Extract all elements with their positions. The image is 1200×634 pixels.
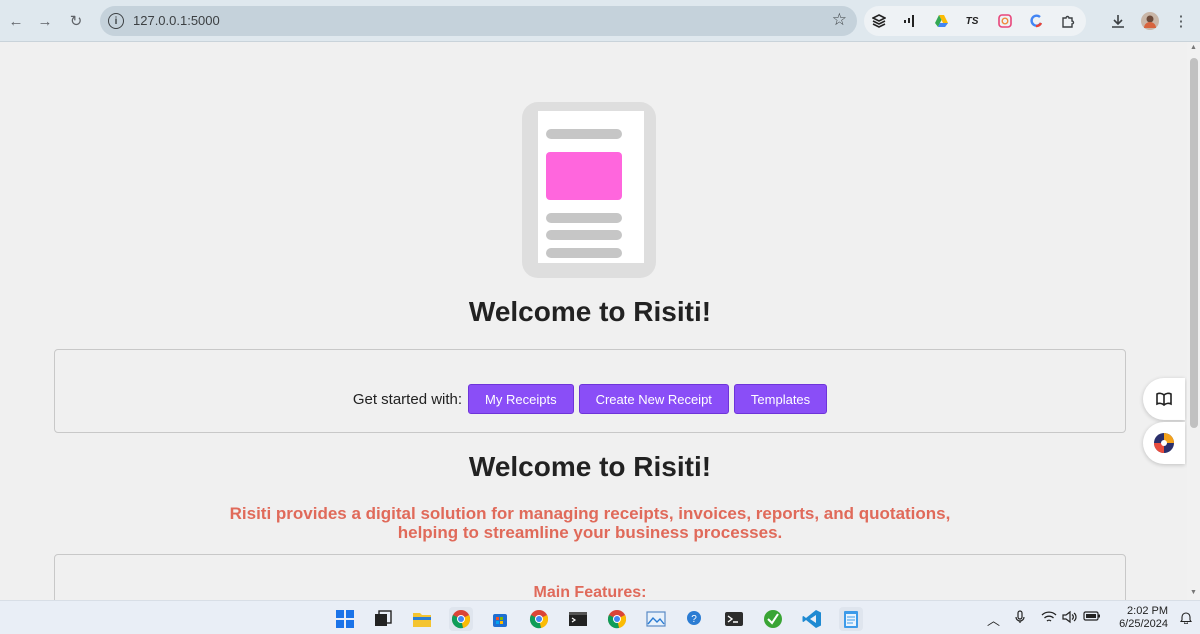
color-icon[interactable] <box>1028 13 1044 29</box>
scroll-thumb[interactable] <box>1190 58 1198 428</box>
features-card: Main Features: <box>54 554 1126 600</box>
scroll-up-arrow-icon[interactable]: ▲ <box>1189 44 1198 53</box>
site-info-icon[interactable]: i <box>108 13 124 29</box>
reload-icon[interactable]: ↻ <box>64 9 88 33</box>
chrome-profile-icon[interactable] <box>527 607 551 631</box>
store-icon[interactable] <box>488 607 512 631</box>
features-title: Main Features: <box>533 584 647 600</box>
svg-text:?: ? <box>691 614 697 625</box>
browser-toolbar: ← → ↻ i 127.0.0.1:5000 ☆ TS ⋮ <box>0 0 1200 42</box>
menu-more-icon[interactable]: ⋮ <box>1170 10 1192 32</box>
drive-icon[interactable] <box>933 13 949 29</box>
about-title: Welcome to Risiti! <box>468 451 712 482</box>
get-started-card: Get started with: My Receipts Create New… <box>54 349 1126 433</box>
help-search-icon[interactable]: ? <box>683 607 707 631</box>
microphone-icon[interactable] <box>1015 610 1025 627</box>
forward-icon[interactable]: → <box>33 9 57 33</box>
download-icon[interactable] <box>1107 10 1129 32</box>
back-icon[interactable]: ← <box>4 9 28 33</box>
terminal-icon[interactable] <box>722 607 746 631</box>
page-scrollbar[interactable]: ▲ ▼ <box>1187 42 1200 600</box>
windows-taskbar: ? ︿ 2:02 PM 6/25/2024 <box>0 600 1200 634</box>
wifi-icon[interactable] <box>1041 610 1057 627</box>
tagline-line-1: Risiti provides a digital solution for m… <box>229 504 951 523</box>
extensions-bar: TS <box>864 6 1086 36</box>
vscode-icon[interactable] <box>800 607 824 631</box>
task-view-icon[interactable] <box>371 607 395 631</box>
photos-icon[interactable] <box>644 607 668 631</box>
page-content: Welcome to Risiti! Get started with: My … <box>0 42 1187 600</box>
extension-icon[interactable]: TS <box>964 13 980 29</box>
my-receipts-button[interactable]: My Receipts <box>468 384 574 414</box>
notepad-icon[interactable] <box>839 607 863 631</box>
layers-icon[interactable] <box>871 13 887 29</box>
show-hidden-icons-icon[interactable]: ︿ <box>987 610 1000 629</box>
address-bar[interactable]: i 127.0.0.1:5000 ☆ <box>100 6 857 36</box>
notifications-bell-icon[interactable] <box>1179 611 1193 627</box>
hero-title: Welcome to Risiti! <box>468 296 712 327</box>
system-clock[interactable]: 2:02 PM 6/25/2024 <box>1106 605 1168 631</box>
battery-icon[interactable] <box>1083 610 1101 625</box>
tagline: Risiti provides a digital solution for m… <box>0 504 1180 542</box>
terminal-window-icon[interactable] <box>566 607 590 631</box>
start-windows-icon[interactable] <box>333 607 357 631</box>
get-started-label: Get started with: <box>352 390 463 408</box>
templates-button[interactable]: Templates <box>733 384 828 414</box>
clock-date: 6/25/2024 <box>1119 618 1168 630</box>
bookmark-star-icon[interactable]: ☆ <box>832 10 847 30</box>
tagline-line-2: helping to streamline your business proc… <box>397 523 783 542</box>
analytics-icon[interactable] <box>902 13 918 29</box>
scroll-down-arrow-icon[interactable]: ▼ <box>1189 589 1198 598</box>
puzzle-icon[interactable] <box>1060 13 1076 29</box>
chrome-icon[interactable] <box>449 607 473 631</box>
profile-avatar-icon[interactable] <box>1139 10 1161 32</box>
create-new-receipt-button[interactable]: Create New Receipt <box>578 384 729 414</box>
reader-mode-icon[interactable] <box>1143 378 1185 420</box>
assistant-icon[interactable] <box>1143 422 1185 464</box>
chrome-alt-icon[interactable] <box>605 607 629 631</box>
receipt-illustration-icon <box>522 102 656 278</box>
instagram-icon[interactable] <box>997 13 1013 29</box>
url-text[interactable]: 127.0.0.1:5000 <box>133 13 220 28</box>
clock-time: 2:02 PM <box>1127 605 1168 617</box>
file-explorer-icon[interactable] <box>410 607 434 631</box>
green-app-icon[interactable] <box>761 607 785 631</box>
volume-icon[interactable] <box>1062 610 1078 627</box>
